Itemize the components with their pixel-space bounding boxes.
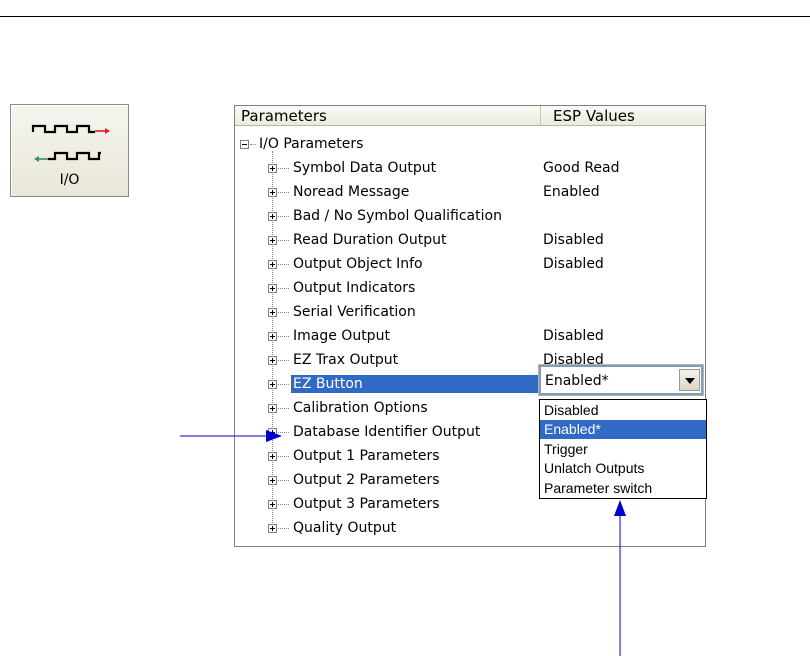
callout-arrowhead-bottom [614,500,626,516]
callout-arrowhead-left [266,430,282,442]
callout-arrows [180,430,626,656]
